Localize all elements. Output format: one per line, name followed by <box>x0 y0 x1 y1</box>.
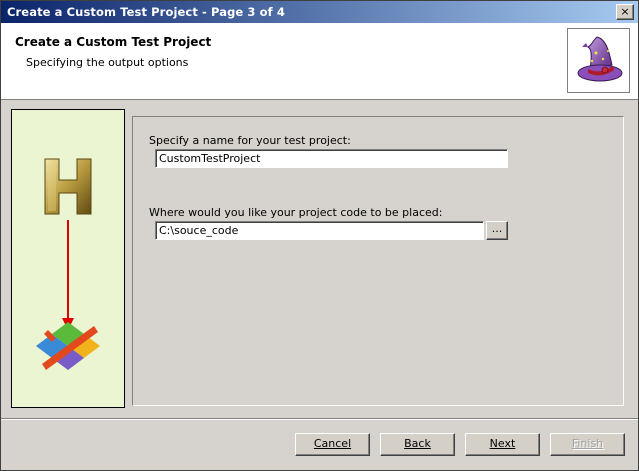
finish-button[interactable]: Finish <box>550 433 625 456</box>
wizard-dialog: Create a Custom Test Project - Page 3 of… <box>0 0 639 471</box>
finish-button-label: Finish <box>571 437 604 450</box>
cancel-button-label: Cancel <box>313 437 352 450</box>
back-button-label: Back <box>404 437 431 450</box>
title-bar[interactable]: Create a Custom Test Project - Page 3 of… <box>1 1 638 23</box>
colorful-diamond-icon <box>36 322 100 370</box>
wizard-hat-icon <box>567 28 630 93</box>
cancel-button[interactable]: Cancel <box>295 433 370 456</box>
project-name-input[interactable]: CustomTestProject <box>155 149 508 168</box>
wizard-header: Create a Custom Test Project Specifying … <box>1 23 638 100</box>
browse-button[interactable]: ... <box>486 221 508 240</box>
next-button[interactable]: Next <box>465 433 540 456</box>
project-location-label: Where would you like your project code t… <box>149 206 443 219</box>
footer-divider-highlight <box>1 419 638 420</box>
red-arrow-down-icon <box>62 220 74 330</box>
project-name-label: Specify a name for your test project: <box>149 134 351 147</box>
window-title: Create a Custom Test Project - Page 3 of… <box>7 5 285 19</box>
h-block-icon <box>44 158 92 215</box>
header-subtitle: Specifying the output options <box>26 56 189 69</box>
back-button[interactable]: Back <box>380 433 455 456</box>
side-illustration-panel <box>11 109 125 408</box>
close-button[interactable]: × <box>616 4 634 20</box>
header-title: Create a Custom Test Project <box>15 35 212 49</box>
next-button-label: Next <box>489 437 516 450</box>
project-location-input[interactable]: C:\souce_code <box>155 221 484 240</box>
